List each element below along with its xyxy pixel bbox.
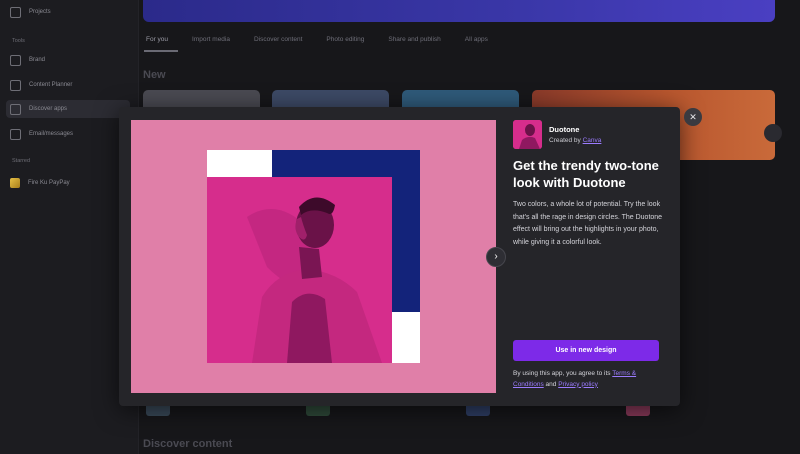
preview-navy-block xyxy=(392,177,420,312)
category-tabs: For you Import media Discover content Ph… xyxy=(146,36,488,48)
sidebar-section-tools: Tools xyxy=(12,38,25,44)
sidebar-item-email[interactable]: Email/messages xyxy=(10,125,73,143)
apps-icon xyxy=(10,103,21,115)
sidebar-item-content-planner[interactable]: Content Planner xyxy=(10,76,72,94)
close-button[interactable]: ✕ xyxy=(684,108,702,126)
carousel-next-button[interactable] xyxy=(764,124,782,142)
folder-icon xyxy=(10,6,21,18)
tab-import-media[interactable]: Import media xyxy=(192,36,230,48)
section-title-discover: Discover content xyxy=(143,438,233,450)
legal-notice: By using this app, you agree to its Term… xyxy=(513,370,637,388)
tab-share-publish[interactable]: Share and publish xyxy=(388,36,440,48)
privacy-link[interactable]: Privacy policy xyxy=(558,381,598,388)
duotone-portrait-photo xyxy=(207,177,392,363)
tab-active-indicator xyxy=(144,50,178,52)
mail-icon xyxy=(10,128,21,140)
sidebar-item-starred[interactable]: Fire Ku PayPay xyxy=(10,174,70,192)
app-preview-image xyxy=(131,120,496,393)
app-icon xyxy=(513,120,542,149)
use-in-new-design-button[interactable]: Use in new design xyxy=(513,340,659,361)
tab-all-apps[interactable]: All apps xyxy=(465,36,488,48)
preview-next-button[interactable]: › xyxy=(486,247,506,267)
preview-white-block xyxy=(207,150,272,177)
promo-banner xyxy=(143,0,775,22)
tab-photo-editing[interactable]: Photo editing xyxy=(326,36,364,48)
tab-discover-content[interactable]: Discover content xyxy=(254,36,302,48)
close-icon: ✕ xyxy=(689,112,697,122)
app-description: Two colors, a whole lot of potential. Tr… xyxy=(513,201,663,246)
sidebar-item-discover-apps[interactable]: Discover apps xyxy=(10,100,67,118)
starred-thumbnail xyxy=(10,178,20,188)
creator-link[interactable]: Canva xyxy=(583,137,602,144)
app-name: Duotone xyxy=(549,125,580,134)
brand-icon xyxy=(10,54,21,66)
preview-white-block xyxy=(392,312,420,363)
section-title-new: New xyxy=(143,69,166,81)
sidebar-item-projects[interactable]: Projects xyxy=(10,3,51,21)
sidebar-section-starred: Starred xyxy=(12,158,31,164)
app-creator: Created by Canva xyxy=(549,137,602,144)
preview-navy-block xyxy=(272,150,420,177)
calendar-icon xyxy=(10,79,21,91)
sidebar-item-brand[interactable]: Brand xyxy=(10,51,45,69)
chevron-right-icon: › xyxy=(494,251,498,262)
tab-for-you[interactable]: For you xyxy=(146,36,168,48)
app-headline: Get the trendy two-tone look with Duoton… xyxy=(513,158,659,190)
